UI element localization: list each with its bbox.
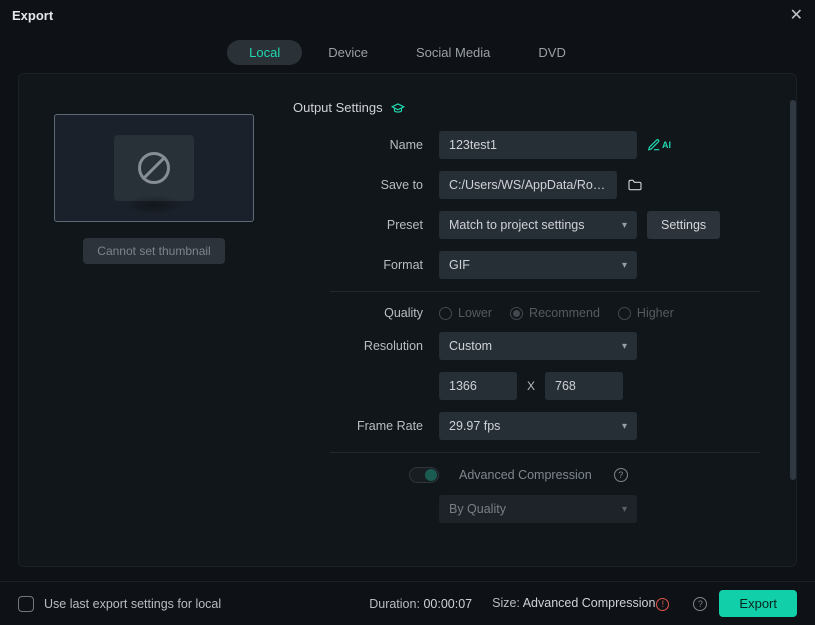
frame-rate-select[interactable]: 29.97 fps▾ (439, 412, 637, 440)
dimension-separator: X (527, 379, 535, 393)
chevron-down-icon: ▾ (622, 260, 627, 271)
chevron-down-icon: ▾ (622, 421, 627, 432)
chevron-down-icon: ▾ (622, 504, 627, 515)
footer-bar: Use last export settings for local Durat… (0, 581, 815, 625)
tab-dvd[interactable]: DVD (516, 40, 587, 65)
size-label: Size: (492, 596, 520, 610)
quality-lower-radio: Lower (439, 306, 492, 320)
resolution-label: Resolution (293, 339, 439, 353)
folder-icon[interactable] (627, 177, 643, 193)
export-tabs: Local Device Social Media DVD (0, 30, 815, 73)
save-to-input[interactable] (439, 171, 617, 199)
set-thumbnail-button: Cannot set thumbnail (83, 238, 224, 264)
chevron-down-icon: ▾ (622, 220, 627, 231)
quality-label: Quality (293, 306, 439, 320)
settings-scrollbar[interactable] (790, 100, 796, 480)
export-panel: Cannot set thumbnail Output Settings Nam… (18, 73, 797, 567)
no-thumbnail-icon (138, 152, 170, 184)
tab-device[interactable]: Device (306, 40, 390, 65)
size-value: Advanced Compression (523, 596, 656, 610)
name-label: Name (293, 138, 439, 152)
ai-rename-button[interactable]: AI (647, 138, 671, 152)
duration-label: Duration: (369, 597, 420, 611)
width-input[interactable] (439, 372, 517, 400)
use-last-settings-label: Use last export settings for local (44, 597, 221, 611)
graduation-cap-icon[interactable] (391, 101, 405, 115)
frame-rate-label: Frame Rate (293, 419, 439, 433)
use-last-settings-checkbox[interactable] (18, 596, 34, 612)
preset-label: Preset (293, 218, 439, 232)
advanced-compression-label: Advanced Compression (459, 468, 592, 482)
chevron-down-icon: ▾ (622, 341, 627, 352)
thumbnail-preview (54, 114, 254, 222)
output-settings-heading: Output Settings (293, 100, 383, 115)
tab-local[interactable]: Local (227, 40, 302, 65)
advanced-compression-toggle[interactable] (409, 467, 439, 483)
duration-value: 00:00:07 (423, 597, 472, 611)
preset-settings-button[interactable]: Settings (647, 211, 720, 239)
quality-recommend-radio: Recommend (510, 306, 600, 320)
format-label: Format (293, 258, 439, 272)
compression-mode-select: By Quality▾ (439, 495, 637, 523)
name-input[interactable] (439, 131, 637, 159)
export-button[interactable]: Export (719, 590, 797, 617)
footer-help-icon[interactable]: ? (693, 597, 707, 611)
close-icon[interactable]: ✕ (790, 5, 803, 25)
help-icon[interactable]: ? (614, 468, 628, 482)
warning-icon[interactable]: ! (656, 598, 669, 611)
window-title: Export (12, 8, 53, 23)
save-to-label: Save to (293, 178, 439, 192)
quality-higher-radio: Higher (618, 306, 674, 320)
resolution-select[interactable]: Custom▾ (439, 332, 637, 360)
height-input[interactable] (545, 372, 623, 400)
tab-social-media[interactable]: Social Media (394, 40, 512, 65)
format-select[interactable]: GIF▾ (439, 251, 637, 279)
preset-select[interactable]: Match to project settings▾ (439, 211, 637, 239)
